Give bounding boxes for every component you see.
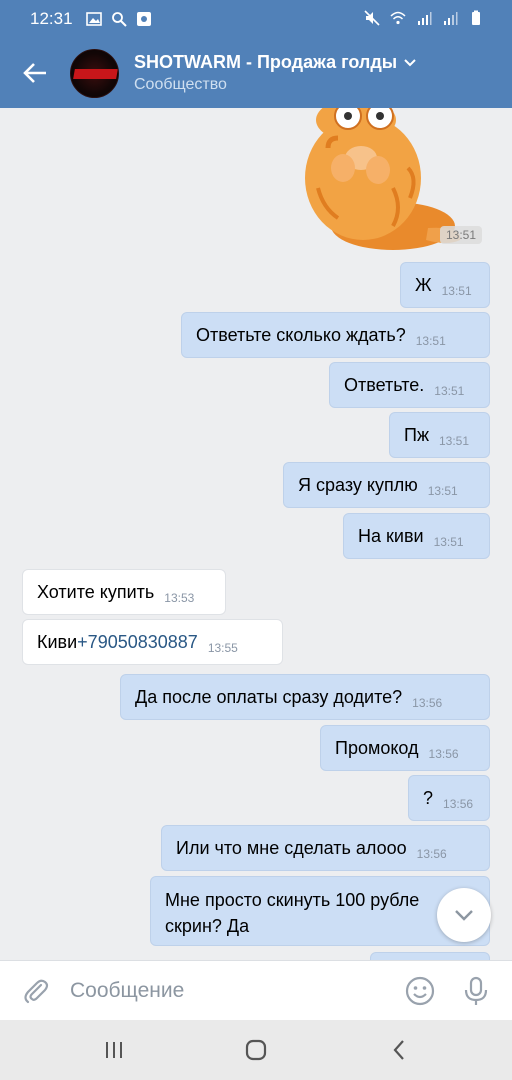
message-timestamp: 13:51 [434, 384, 465, 398]
chevron-down-icon [455, 910, 473, 921]
message-list[interactable]: 13:51 Ж 13:51 Ответьте сколько ждать? 13… [0, 108, 512, 960]
paperclip-icon[interactable] [22, 977, 50, 1005]
message-text: Промокод [335, 737, 419, 758]
avatar-logo [73, 69, 118, 79]
message-text: Я сразу куплю [298, 474, 418, 495]
message-bubble[interactable]: Я сразу куплю 13:51 [283, 462, 490, 508]
message-timestamp: 13:56 [412, 696, 443, 710]
back-arrow-icon[interactable] [20, 58, 50, 88]
wifi-icon [390, 11, 406, 25]
message-bubble[interactable]: Да после оплаты сразу додите? 13:56 [120, 674, 490, 720]
message-timestamp: 13:51 [427, 484, 458, 498]
message-timestamp: 13:56 [443, 797, 474, 811]
message-bubble[interactable]: Или что мне сделать алооо 13:56 [161, 825, 490, 871]
message-bubble-partial[interactable] [370, 952, 490, 960]
message-timestamp: 13:51 [415, 334, 446, 348]
message-text: Ответьте. [344, 374, 425, 395]
message-bubble[interactable]: Пж 13:51 [389, 412, 490, 458]
message-bubble[interactable]: Ответьте. 13:51 [329, 362, 490, 408]
chat-title[interactable]: SHOTWARM - Продажа голды [134, 52, 417, 73]
back-nav-icon[interactable] [386, 1036, 414, 1064]
home-icon[interactable] [242, 1036, 270, 1064]
search-icon [112, 12, 127, 27]
message-timestamp: 13:56 [428, 747, 459, 761]
compose-bar: Сообщение [0, 960, 512, 1020]
microphone-icon[interactable] [462, 975, 490, 1007]
message-timestamp: 13:51 [441, 284, 472, 298]
signal-icon-2 [444, 12, 458, 25]
message-timestamp: 13:56 [416, 847, 447, 861]
phone-link[interactable]: +79050830887 [77, 632, 198, 653]
sticker-timestamp: 13:51 [440, 226, 483, 244]
chat-title-text: SHOTWARM - Продажа голды [134, 52, 398, 72]
signal-icon [418, 12, 432, 25]
message-text: Ответьте сколько ждать? [196, 324, 406, 345]
message-text: Или что мне сделать алооо [176, 837, 407, 858]
message-bubble[interactable]: Ж 13:51 [400, 262, 490, 308]
message-timestamp: 13:53 [164, 591, 195, 605]
message-timestamp: 13:51 [438, 434, 470, 448]
status-bar: 12:31 [0, 0, 512, 38]
message-timestamp: 13:51 [433, 535, 464, 549]
gallery-icon [86, 12, 102, 26]
message-text: Ж [415, 274, 432, 295]
chat-header: SHOTWARM - Продажа голды Сообщество [0, 38, 512, 108]
mute-icon [364, 10, 380, 26]
chevron-down-icon[interactable] [403, 58, 417, 68]
message-bubble[interactable]: Промокод 13:56 [320, 725, 490, 771]
message-text: Да после оплаты сразу додите? [135, 686, 403, 707]
battery-icon [472, 10, 480, 25]
recent-apps-icon[interactable] [100, 1036, 128, 1064]
message-bubble[interactable]: Хотите купить 13:53 [22, 569, 226, 615]
message-input[interactable]: Сообщение [70, 975, 390, 1007]
message-text: Хотите купить [37, 581, 155, 602]
message-text: ? [423, 787, 434, 808]
message-text: На киви [358, 525, 424, 546]
emoji-icon[interactable] [404, 975, 436, 1007]
app-notification-icon [137, 12, 151, 26]
message-text-line: скрин? Да [165, 916, 250, 936]
message-text: Киви [37, 631, 78, 652]
message-bubble[interactable]: Киви +79050830887 13:55 [22, 619, 283, 665]
message-text: Пж [404, 424, 429, 445]
message-text-line: Мне просто скинуть 100 рубле [165, 890, 420, 910]
community-avatar[interactable] [70, 49, 119, 98]
chat-subtitle: Сообщество [134, 76, 227, 93]
message-bubble[interactable]: Ответьте сколько ждать? 13:51 [181, 312, 490, 358]
message-bubble[interactable]: ? 13:56 [408, 775, 490, 821]
scroll-down-button[interactable] [437, 888, 491, 942]
message-bubble[interactable]: На киви 13:51 [343, 513, 490, 559]
system-navigation-bar [0, 1020, 512, 1080]
status-time: 12:31 [30, 9, 73, 28]
message-timestamp: 13:55 [207, 641, 238, 655]
